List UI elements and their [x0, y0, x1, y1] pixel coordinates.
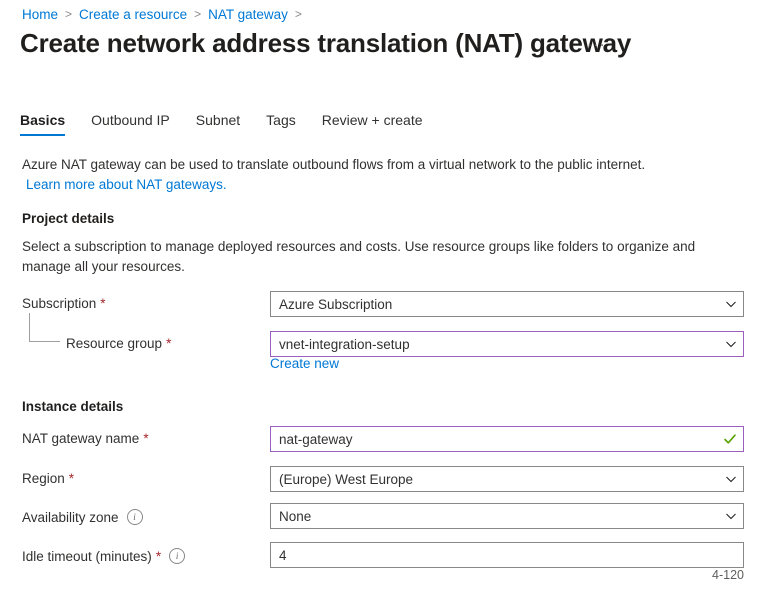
breadcrumb-separator-icon: > [194, 7, 202, 21]
availability-zone-dropdown[interactable]: None [270, 503, 744, 529]
section-heading-instance-details: Instance details [22, 399, 124, 414]
label-region: Region * [22, 471, 74, 486]
label-nat-gateway-name: NAT gateway name * [22, 431, 149, 446]
idle-timeout-value: 4 [279, 547, 287, 563]
breadcrumb-item-home[interactable]: Home [22, 7, 58, 22]
chevron-down-icon [726, 301, 736, 308]
chevron-down-icon [726, 513, 736, 520]
validation-success-check-icon [724, 434, 736, 444]
availability-zone-value: None [279, 508, 312, 524]
intro-description: Azure NAT gateway can be used to transla… [22, 157, 646, 172]
breadcrumb-item-nat-gateway[interactable]: NAT gateway [208, 7, 288, 22]
label-idle-timeout: Idle timeout (minutes) * i [22, 548, 186, 564]
label-region-text: Region [22, 471, 65, 486]
label-resource-group-text: Resource group [66, 336, 163, 351]
nat-gateway-name-input[interactable]: nat-gateway [270, 426, 744, 452]
label-resource-group: Resource group * [66, 336, 171, 351]
section-description-project-details: Select a subscription to manage deployed… [22, 239, 696, 274]
label-nat-gateway-name-text: NAT gateway name [22, 431, 140, 446]
region-dropdown[interactable]: (Europe) West Europe [270, 466, 744, 492]
info-icon[interactable]: i [126, 509, 143, 525]
label-subscription: Subscription * [22, 296, 106, 311]
idle-timeout-range-hint: 4-120 [712, 568, 744, 582]
tab-tags[interactable]: Tags [266, 112, 296, 136]
learn-more-link[interactable]: Learn more about NAT gateways. [26, 175, 722, 195]
create-new-resource-group-link[interactable]: Create new [270, 356, 339, 371]
tab-review-create[interactable]: Review + create [322, 112, 423, 136]
required-asterisk: * [100, 296, 106, 311]
label-availability-zone: Availability zone i [22, 509, 143, 525]
subscription-value: Azure Subscription [279, 296, 393, 312]
resource-group-dropdown[interactable]: vnet-integration-setup [270, 331, 744, 357]
tab-basics[interactable]: Basics [20, 112, 66, 136]
chevron-down-icon [726, 341, 736, 348]
section-heading-project-details: Project details [22, 211, 115, 226]
chevron-down-icon [726, 476, 736, 483]
required-asterisk: * [143, 431, 149, 446]
label-idle-timeout-text: Idle timeout (minutes) [22, 548, 152, 564]
breadcrumb: Home > Create a resource > NAT gateway > [22, 4, 309, 24]
breadcrumb-separator-icon: > [294, 7, 302, 21]
nat-gateway-name-value: nat-gateway [279, 431, 353, 447]
breadcrumb-separator-icon: > [65, 7, 73, 21]
idle-timeout-input[interactable]: 4 [270, 542, 744, 568]
resource-group-value: vnet-integration-setup [279, 336, 410, 352]
intro-text: Azure NAT gateway can be used to transla… [22, 155, 722, 195]
label-availability-zone-text: Availability zone [22, 509, 119, 525]
tree-connector-line [29, 313, 60, 342]
required-asterisk: * [68, 471, 75, 486]
tab-outbound-ip[interactable]: Outbound IP [91, 112, 170, 136]
subscription-dropdown[interactable]: Azure Subscription [270, 291, 744, 317]
more-options-icon[interactable]: ··· [583, 37, 610, 53]
label-subscription-text: Subscription [22, 296, 97, 311]
info-icon[interactable]: i [169, 548, 186, 564]
region-value: (Europe) West Europe [279, 471, 414, 487]
page-title: Create network address translation (NAT)… [20, 28, 632, 58]
tab-bar: Basics Outbound IP Subnet Tags Review + … [20, 112, 449, 144]
required-asterisk: * [155, 548, 162, 564]
tab-subnet[interactable]: Subnet [196, 112, 240, 136]
breadcrumb-item-create-a-resource[interactable]: Create a resource [79, 7, 187, 22]
required-asterisk: * [166, 336, 172, 351]
